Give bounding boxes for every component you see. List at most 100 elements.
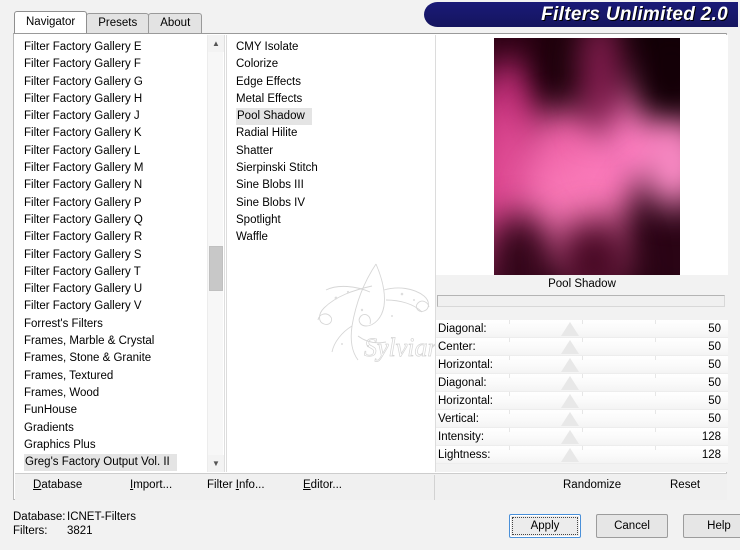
- reset-button[interactable]: Reset: [670, 479, 700, 491]
- import-button[interactable]: Import...: [130, 479, 172, 491]
- list-item[interactable]: Frames, Stone & Granite: [15, 350, 224, 367]
- list-item[interactable]: Filter Factory Gallery P: [15, 195, 224, 212]
- action-bar-separator: [434, 475, 435, 500]
- tab-presets[interactable]: Presets: [86, 13, 150, 33]
- list-item[interactable]: Shatter: [227, 143, 434, 160]
- randomize-button[interactable]: Randomize: [563, 479, 621, 491]
- list-item[interactable]: Filter Factory Gallery J: [15, 108, 224, 125]
- slider-tick: [509, 410, 510, 414]
- chevron-up-icon[interactable]: ▲: [208, 35, 224, 52]
- parameter-label: Intensity:: [438, 431, 485, 443]
- slider-thumb[interactable]: [561, 358, 580, 372]
- list-item[interactable]: Metal Effects: [227, 91, 434, 108]
- list-item[interactable]: Filter Factory Gallery S: [15, 247, 224, 264]
- slider-thumb[interactable]: [561, 394, 580, 408]
- slider-tick: [509, 446, 510, 450]
- list-item[interactable]: Filter Factory Gallery R: [15, 229, 224, 246]
- cancel-button[interactable]: Cancel: [596, 514, 668, 538]
- list-item[interactable]: Sierpinski Stitch: [227, 160, 434, 177]
- parameter-row[interactable]: Center: 50: [436, 338, 728, 356]
- preview-and-params-column: Pool Shadow Diagonal: 50 Center: 50 Horizont…: [435, 35, 728, 472]
- list-item[interactable]: Filter Factory Gallery U: [15, 281, 224, 298]
- filter-list-pane[interactable]: CMY Isolate Colorize Edge Effects Metal Eff…: [226, 35, 434, 472]
- list-item[interactable]: Frames, Textured: [15, 368, 224, 385]
- list-item[interactable]: Filter Factory Gallery H: [15, 91, 224, 108]
- slider-tick: [655, 338, 656, 342]
- preview-area: [436, 35, 728, 275]
- parameter-value: 50: [708, 377, 721, 389]
- list-item[interactable]: Spotlight: [227, 212, 434, 229]
- list-item[interactable]: Sine Blobs IV: [227, 195, 434, 212]
- preview-progress-bar[interactable]: [437, 295, 725, 307]
- tab-navigator[interactable]: Navigator: [14, 11, 88, 33]
- parameter-row[interactable]: Vertical: 50: [436, 410, 728, 428]
- list-item[interactable]: Filter Factory Gallery Q: [15, 212, 224, 229]
- category-list-pane[interactable]: Filter Factory Gallery E Filter Factory G…: [15, 35, 224, 472]
- list-item[interactable]: Gradients: [15, 420, 224, 437]
- list-item[interactable]: Filter Factory Gallery T: [15, 264, 224, 281]
- parameter-row[interactable]: Diagonal: 50: [436, 374, 728, 392]
- list-item[interactable]: Forrest's Filters: [15, 316, 224, 333]
- parameter-row[interactable]: Intensity: 128: [436, 428, 728, 446]
- chevron-down-icon[interactable]: ▼: [208, 455, 224, 472]
- slider-thumb[interactable]: [561, 376, 580, 390]
- database-button[interactable]: Database: [33, 479, 82, 491]
- slider-thumb[interactable]: [561, 430, 580, 444]
- category-scrollbar[interactable]: ▲ ▼: [207, 35, 224, 472]
- pane-divider-1: [224, 35, 225, 472]
- main-frame: Filter Factory Gallery E Filter Factory G…: [13, 33, 728, 500]
- parameter-value: 50: [708, 323, 721, 335]
- list-item[interactable]: Colorize: [227, 56, 434, 73]
- scrollbar-thumb[interactable]: [209, 246, 223, 291]
- slider-tick: [509, 356, 510, 360]
- list-item[interactable]: CMY Isolate: [227, 39, 434, 56]
- parameter-value: 50: [708, 413, 721, 425]
- list-item[interactable]: Graphics Plus: [15, 437, 224, 454]
- filter-info-button[interactable]: Filter Info...: [207, 479, 265, 491]
- list-item[interactable]: Frames, Marble & Crystal: [15, 333, 224, 350]
- list-item-selected[interactable]: Greg's Factory Output Vol. II: [24, 454, 177, 472]
- list-item[interactable]: Filter Factory Gallery G: [15, 74, 224, 91]
- parameter-label: Center:: [438, 341, 476, 353]
- filter-list[interactable]: CMY Isolate Colorize Edge Effects Metal Eff…: [227, 35, 434, 247]
- slider-thumb[interactable]: [561, 448, 580, 462]
- list-item[interactable]: Frames, Wood: [15, 385, 224, 402]
- parameter-row[interactable]: Diagonal: 50: [436, 320, 728, 338]
- slider-tick: [582, 428, 583, 432]
- slider-tick: [655, 446, 656, 450]
- parameter-row[interactable]: Horizontal: 50: [436, 392, 728, 410]
- slider-thumb[interactable]: [561, 340, 580, 354]
- parameter-value: 50: [708, 341, 721, 353]
- list-item[interactable]: Filter Factory Gallery M: [15, 160, 224, 177]
- list-item[interactable]: Filter Factory Gallery N: [15, 177, 224, 194]
- list-item[interactable]: Radial Hilite: [227, 125, 434, 142]
- filters-unlimited-window: Filters Unlimited 2.0 Navigator Presets …: [0, 0, 740, 550]
- slider-thumb[interactable]: [561, 412, 580, 426]
- list-item[interactable]: Filter Factory Gallery K: [15, 125, 224, 142]
- filter-preview-image[interactable]: [494, 38, 680, 275]
- parameter-row[interactable]: Horizontal: 50: [436, 356, 728, 374]
- list-item[interactable]: Edge Effects: [227, 74, 434, 91]
- parameter-value: 128: [701, 431, 721, 443]
- focus-outline: [512, 517, 578, 535]
- parameter-label: Diagonal:: [438, 323, 487, 335]
- list-item[interactable]: Filter Factory Gallery L: [15, 143, 224, 160]
- list-item[interactable]: Filter Factory Gallery E: [15, 39, 224, 56]
- slider-tick: [582, 356, 583, 360]
- list-item[interactable]: Sine Blobs III: [227, 177, 434, 194]
- list-item[interactable]: Waffle: [227, 229, 434, 246]
- list-item[interactable]: Filter Factory Gallery V: [15, 298, 224, 315]
- list-item[interactable]: Filter Factory Gallery F: [15, 56, 224, 73]
- status-filters-value: 3821: [67, 525, 93, 537]
- list-item[interactable]: FunHouse: [15, 402, 224, 419]
- slider-tick: [655, 410, 656, 414]
- editor-button[interactable]: Editor...: [303, 479, 342, 491]
- apply-button[interactable]: Apply: [509, 514, 581, 538]
- category-list[interactable]: Filter Factory Gallery E Filter Factory G…: [15, 35, 224, 472]
- tab-about[interactable]: About: [148, 13, 203, 33]
- parameter-label: Vertical:: [438, 413, 479, 425]
- list-item-selected[interactable]: Pool Shadow: [236, 108, 312, 126]
- help-button[interactable]: Help: [683, 514, 740, 538]
- parameter-row[interactable]: Lightness: 128: [436, 446, 728, 464]
- slider-thumb[interactable]: [561, 322, 580, 336]
